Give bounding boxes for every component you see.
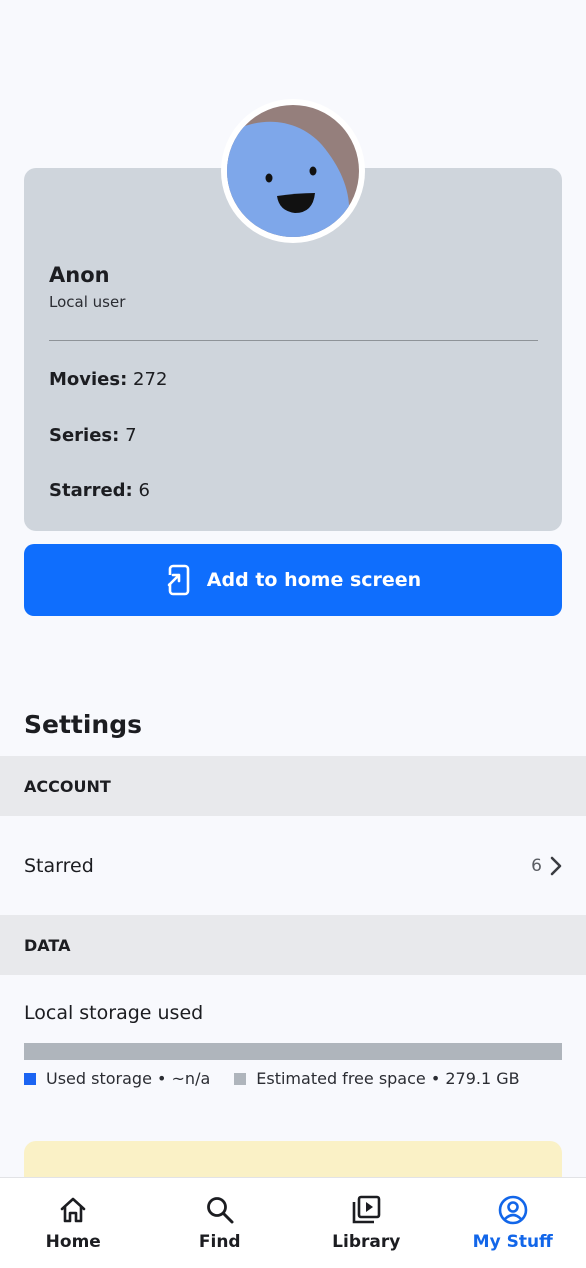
- nav-library[interactable]: Library: [293, 1178, 440, 1268]
- storage-bar: [24, 1043, 562, 1060]
- nav-find-label: Find: [198, 1232, 241, 1252]
- nav-my-stuff-label: My Stuff: [472, 1232, 553, 1252]
- legend-free-label: Estimated free space • 279.1 GB: [256, 1069, 520, 1088]
- nav-library-label: Library: [332, 1232, 401, 1252]
- nav-home-label: Home: [45, 1232, 101, 1252]
- my-stuff-page: Anon Local user Movies: 272 Series: 7 St…: [0, 0, 586, 1268]
- stat-movies: Movies: 272: [49, 369, 167, 390]
- search-icon: [206, 1197, 234, 1224]
- account-circle-icon: [498, 1195, 528, 1225]
- add-to-home-button[interactable]: Add to home screen: [24, 544, 562, 616]
- settings-title: Settings: [24, 710, 143, 739]
- legend-used: Used storage • ~n/a: [24, 1069, 210, 1088]
- add-to-home-label: Add to home screen: [206, 569, 422, 591]
- stat-movies-label: Movies:: [49, 369, 128, 390]
- bottom-nav: Home Find Library My Stuff: [0, 1177, 586, 1268]
- avatar[interactable]: [221, 99, 365, 243]
- card-divider: [49, 340, 538, 341]
- user-subtitle: Local user: [49, 293, 126, 311]
- account-section-header: ACCOUNT: [0, 756, 586, 816]
- user-name: Anon: [49, 263, 110, 287]
- used-swatch: [24, 1072, 36, 1085]
- stat-starred-value: 6: [138, 480, 150, 501]
- nav-my-stuff[interactable]: My Stuff: [440, 1178, 586, 1268]
- add-to-home-icon: [164, 564, 190, 596]
- legend-free: Estimated free space • 279.1 GB: [234, 1069, 520, 1088]
- account-header-label: ACCOUNT: [24, 776, 111, 796]
- storage-label: Local storage used: [24, 1002, 204, 1024]
- legend-used-label: Used storage • ~n/a: [46, 1069, 211, 1088]
- storage-legend: Used storage • ~n/a Estimated free space…: [24, 1069, 520, 1088]
- starred-label: Starred: [24, 854, 94, 877]
- stat-movies-value: 272: [133, 369, 168, 390]
- free-swatch: [234, 1072, 247, 1085]
- starred-row[interactable]: Starred 6: [0, 816, 586, 915]
- stat-series-value: 7: [125, 425, 137, 446]
- nav-find[interactable]: Find: [147, 1178, 294, 1268]
- chevron-right-icon: [550, 856, 562, 875]
- data-header-label: DATA: [24, 935, 71, 955]
- stat-starred: Starred: 6: [49, 480, 150, 501]
- starred-count: 6: [531, 855, 542, 876]
- stat-series: Series: 7: [49, 425, 137, 446]
- stat-starred-label: Starred:: [49, 480, 133, 501]
- data-section-header: DATA: [0, 915, 586, 975]
- home-icon: [60, 1197, 86, 1223]
- smiley-avatar-icon: [227, 105, 359, 237]
- nav-home[interactable]: Home: [0, 1178, 147, 1268]
- library-icon: [352, 1195, 381, 1224]
- stat-series-label: Series:: [49, 425, 120, 446]
